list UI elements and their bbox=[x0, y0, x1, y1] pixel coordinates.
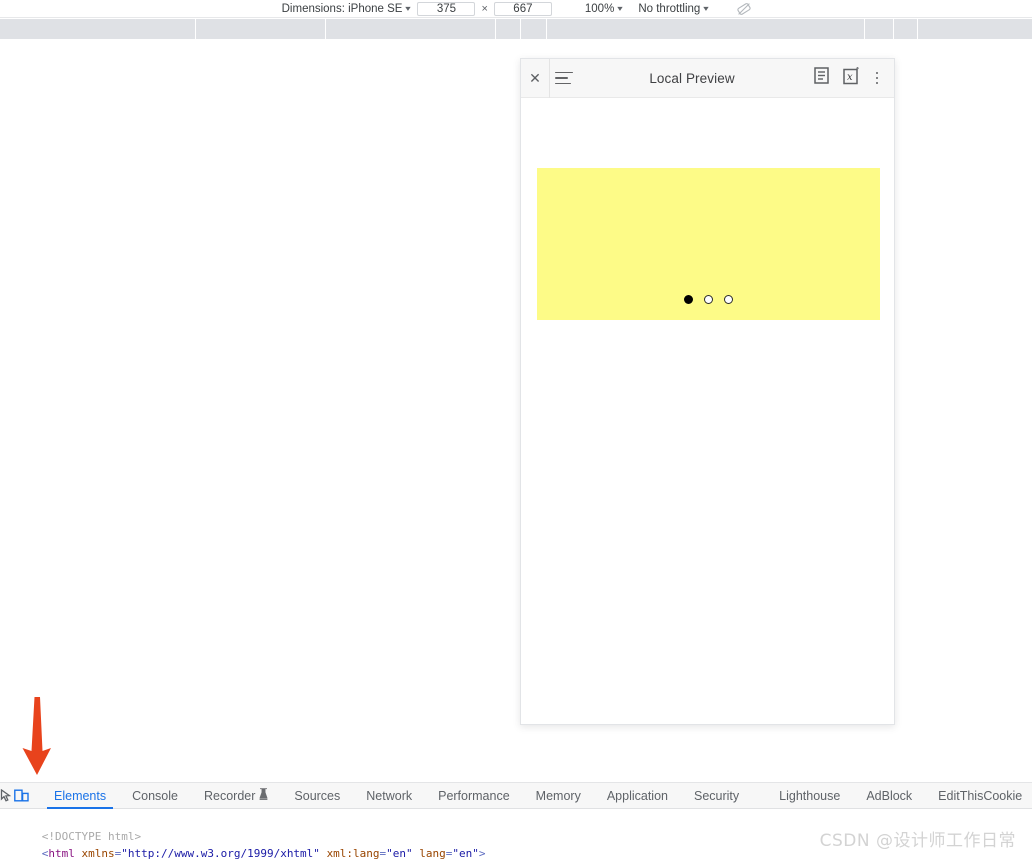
tab-security[interactable]: Security bbox=[681, 783, 752, 809]
viewport-ruler bbox=[0, 19, 1032, 40]
html-tag-name: html bbox=[48, 847, 75, 860]
zoom-dropdown[interactable]: 100% ▾ bbox=[583, 0, 624, 18]
tab-label: Elements bbox=[54, 788, 107, 803]
lang-attr-value: "en" bbox=[452, 847, 479, 860]
tab-label: Sources bbox=[294, 788, 341, 803]
ruler-tick bbox=[520, 19, 521, 40]
device-preset-label: Dimensions: iPhone SE bbox=[281, 2, 403, 15]
doctype-text: <!DOCTYPE html> bbox=[41, 829, 142, 843]
ruler-tick bbox=[495, 19, 496, 40]
tab-sources[interactable]: Sources bbox=[281, 783, 353, 809]
chevron-down-icon: ▾ bbox=[703, 3, 710, 13]
tab-adblock[interactable]: AdBlock bbox=[853, 783, 925, 809]
xmlns-attr-name: xmlns bbox=[81, 847, 115, 860]
svg-text:x: x bbox=[847, 72, 853, 83]
tab-label: Performance bbox=[438, 788, 510, 803]
viewport-height-input[interactable] bbox=[493, 1, 552, 16]
ruler-tick bbox=[893, 19, 894, 40]
device-mode-toolbar: Dimensions: iPhone SE ▾ × 100% ▾ No thro… bbox=[0, 0, 1032, 18]
formula-box-icon: x bbox=[842, 66, 860, 90]
tab-recorder[interactable]: Recorder bbox=[191, 783, 281, 809]
rotate-device-icon[interactable] bbox=[736, 1, 752, 17]
tab-label: AdBlock bbox=[866, 788, 913, 803]
tab-memory[interactable]: Memory bbox=[523, 783, 594, 809]
carousel-dot[interactable] bbox=[684, 295, 693, 304]
tab-label: Recorder bbox=[203, 788, 256, 803]
tab-elements[interactable]: Elements bbox=[41, 783, 119, 809]
tab-label: EditThisCookie bbox=[938, 788, 1023, 803]
toggle-device-toolbar-icon[interactable] bbox=[14, 783, 29, 809]
dom-line-doctype[interactable]: <!DOCTYPE html> bbox=[2, 810, 1032, 843]
down-arrow-annotation bbox=[17, 697, 57, 775]
html-close-bracket: > bbox=[478, 847, 486, 860]
ruler-tick bbox=[195, 19, 196, 40]
close-button[interactable]: ✕ bbox=[521, 59, 549, 98]
ruler-tick bbox=[917, 19, 918, 40]
tab-label: Console bbox=[132, 788, 178, 803]
zoom-label: 100% bbox=[584, 2, 615, 15]
throttling-label: No throttling bbox=[638, 2, 701, 15]
carousel-dot[interactable] bbox=[704, 295, 713, 304]
device-viewport-frame: ✕ Local Preview x bbox=[520, 58, 895, 725]
devtools-tab-bar: Elements Console Recorder Sources Network Per… bbox=[0, 782, 1032, 809]
more-options-button[interactable] bbox=[866, 59, 888, 98]
experiment-flask-icon bbox=[259, 788, 268, 803]
tab-label: Security bbox=[693, 788, 740, 803]
tab-lighthouse[interactable]: Lighthouse bbox=[766, 783, 853, 809]
device-preset-dropdown[interactable]: Dimensions: iPhone SE ▾ bbox=[280, 0, 413, 18]
devtools-screen: Dimensions: iPhone SE ▾ × 100% ▾ No thro… bbox=[0, 0, 1032, 861]
tab-performance[interactable]: Performance bbox=[425, 783, 523, 809]
document-button[interactable] bbox=[806, 59, 836, 98]
carousel-dot[interactable] bbox=[724, 295, 733, 304]
throttling-dropdown[interactable]: No throttling ▾ bbox=[636, 0, 710, 18]
viewport-width-input[interactable] bbox=[417, 1, 476, 16]
xmllang-attr-name: xml:lang bbox=[326, 847, 380, 860]
carousel-indicators bbox=[537, 295, 880, 304]
tab-label: Lighthouse bbox=[779, 788, 841, 803]
tab-label: Network bbox=[366, 788, 413, 803]
ruler-tick bbox=[325, 19, 326, 40]
preview-app-header: ✕ Local Preview x bbox=[521, 58, 894, 98]
preview-title: Local Preview bbox=[649, 70, 735, 86]
more-vertical-icon bbox=[875, 71, 879, 75]
preview-page-body bbox=[521, 98, 894, 724]
chevron-down-icon: ▾ bbox=[617, 3, 624, 13]
tab-label: Memory bbox=[535, 788, 581, 803]
tab-network[interactable]: Network bbox=[353, 783, 425, 809]
formula-button[interactable]: x bbox=[836, 59, 866, 98]
tab-label: Application bbox=[606, 788, 668, 803]
lang-attr-name: lang bbox=[419, 847, 446, 860]
inspect-element-icon[interactable] bbox=[0, 783, 14, 809]
carousel-banner[interactable] bbox=[537, 168, 880, 320]
times-separator: × bbox=[481, 2, 488, 15]
tab-application[interactable]: Application bbox=[594, 783, 681, 809]
ruler-tick bbox=[546, 19, 547, 40]
tab-console[interactable]: Console bbox=[119, 783, 191, 809]
ruler-tick bbox=[864, 19, 865, 40]
xmlns-attr-value: "http://www.w3.org/1999/xhtml" bbox=[121, 847, 320, 860]
document-outline-icon bbox=[813, 67, 829, 89]
hamburger-menu-icon bbox=[555, 71, 573, 85]
menu-button[interactable] bbox=[550, 59, 578, 98]
chevron-down-icon: ▾ bbox=[405, 3, 412, 13]
xmllang-attr-value: "en" bbox=[386, 847, 413, 860]
watermark-text: CSDN @设计师工作日常 bbox=[819, 831, 1016, 851]
tab-editthiscookie[interactable]: EditThisCookie bbox=[925, 783, 1032, 809]
close-icon: ✕ bbox=[529, 70, 541, 86]
